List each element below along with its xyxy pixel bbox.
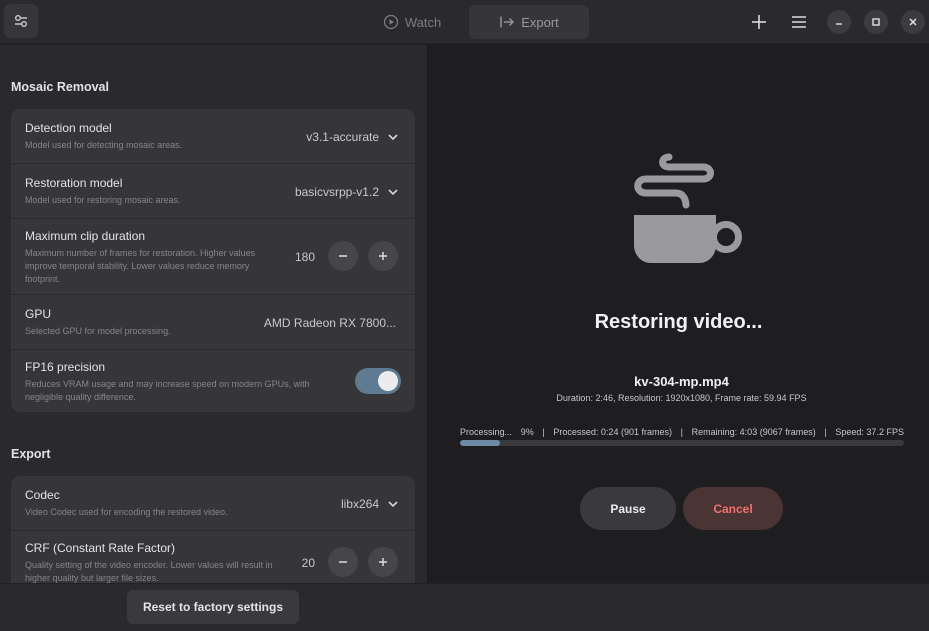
detection-model-row[interactable]: Detection model Model used for detecting…: [11, 109, 415, 164]
max-clip-increase-button[interactable]: [368, 241, 398, 271]
plus-icon: [379, 252, 387, 260]
status-title: Restoring video...: [594, 311, 763, 333]
crf-subtitle: Quality setting of the video encoder. Lo…: [25, 560, 273, 583]
progress-status-line: Processing... 9% | Processed: 0:24 (901 …: [460, 427, 904, 437]
crf-row: CRF (Constant Rate Factor) Quality setti…: [11, 531, 415, 583]
file-name: kv-304-mp.mp4: [634, 374, 729, 389]
progress-processed: Processed: 0:24 (901 frames): [553, 427, 672, 437]
fp16-toggle[interactable]: [355, 368, 401, 394]
settings-panel[interactable]: Mosaic Removal Detection model Model use…: [0, 45, 427, 583]
fp16-subtitle: Reduces VRAM usage and may increase spee…: [25, 379, 310, 402]
cancel-button[interactable]: Cancel: [683, 487, 783, 530]
plus-icon: [752, 15, 766, 29]
chevron-down-icon[interactable]: [387, 186, 399, 198]
fp16-row: FP16 precision Reduces VRAM usage and ma…: [11, 350, 415, 412]
title-bar: Watch Export: [0, 0, 929, 44]
detection-model-title: Detection model: [25, 121, 112, 135]
restoration-model-title: Restoration model: [25, 176, 123, 190]
tab-export[interactable]: Export: [469, 5, 589, 39]
add-button[interactable]: [746, 9, 772, 35]
export-group: Codec Video Codec used for encoding the …: [11, 476, 415, 583]
export-section-title: Export: [11, 447, 51, 461]
progress-separator: |: [824, 427, 827, 437]
tab-export-label: Export: [521, 14, 559, 30]
codec-value[interactable]: libx264: [341, 497, 379, 511]
max-clip-duration-value[interactable]: 180: [285, 250, 315, 264]
minus-icon: [339, 255, 347, 257]
progress-percent: 9%: [520, 427, 534, 437]
minimize-icon: [836, 23, 842, 25]
crf-increase-button[interactable]: [368, 547, 398, 577]
plus-icon: [379, 558, 387, 566]
gpu-row[interactable]: GPU Selected GPU for model processing. A…: [11, 295, 415, 350]
progress-separator: |: [680, 427, 683, 437]
detection-model-subtitle: Model used for detecting mosaic areas.: [25, 140, 183, 150]
mosaic-removal-group: Detection model Model used for detecting…: [11, 109, 415, 412]
restoration-model-subtitle: Model used for restoring mosaic areas.: [25, 195, 181, 205]
menu-button[interactable]: [786, 9, 812, 35]
restoration-model-row[interactable]: Restoration model Model used for restori…: [11, 164, 415, 219]
gpu-value[interactable]: AMD Radeon RX 7800...: [264, 316, 396, 330]
close-button[interactable]: [901, 10, 925, 34]
reset-factory-settings-button[interactable]: Reset to factory settings: [127, 590, 299, 624]
settings-toggle-button[interactable]: [4, 4, 38, 38]
chevron-down-icon[interactable]: [387, 131, 399, 143]
coffee-cup-icon: [634, 153, 742, 263]
tab-watch[interactable]: Watch: [366, 5, 458, 39]
max-clip-decrease-button[interactable]: [328, 241, 358, 271]
max-clip-duration-row: Maximum clip duration Maximum number of …: [11, 219, 415, 295]
progress-speed: Speed: 37.2 FPS: [835, 427, 904, 437]
gpu-title: GPU: [25, 307, 52, 321]
detection-model-value[interactable]: v3.1-accurate: [306, 130, 379, 144]
close-icon: [909, 18, 917, 26]
gpu-subtitle: Selected GPU for model processing.: [25, 326, 171, 336]
max-clip-duration-subtitle: Maximum number of frames for restoration…: [25, 248, 256, 284]
progress-label: Processing...: [460, 427, 513, 437]
mosaic-removal-section-title: Mosaic Removal: [11, 80, 109, 94]
pause-button[interactable]: Pause: [580, 487, 676, 530]
codec-title: Codec: [25, 488, 60, 502]
file-meta: Duration: 2:46, Resolution: 1920x1080, F…: [556, 393, 807, 403]
progress-remaining: Remaining: 4:03 (9067 frames): [691, 427, 816, 437]
play-circle-icon: [383, 14, 398, 30]
progress-bar-fill: [460, 440, 500, 446]
export-arrow-icon: [500, 16, 515, 28]
codec-row[interactable]: Codec Video Codec used for encoding the …: [11, 476, 415, 531]
maximize-icon: [872, 18, 880, 26]
crf-value[interactable]: 20: [285, 556, 315, 570]
codec-subtitle: Video Codec used for encoding the restor…: [25, 507, 228, 517]
minus-icon: [339, 561, 347, 563]
max-clip-duration-title: Maximum clip duration: [25, 229, 146, 243]
crf-decrease-button[interactable]: [328, 547, 358, 577]
fp16-title: FP16 precision: [25, 360, 106, 374]
chevron-down-icon[interactable]: [387, 498, 399, 510]
progress-separator: |: [542, 427, 545, 437]
tab-watch-label: Watch: [404, 14, 442, 30]
hamburger-menu-icon: [792, 16, 806, 28]
toggle-knob: [378, 371, 398, 391]
progress-bar: [460, 440, 904, 446]
sliders-icon: [15, 15, 27, 27]
export-progress-panel: Restoring video... kv-304-mp.mp4 Duratio…: [428, 45, 929, 583]
restoration-model-value[interactable]: basicvsrpp-v1.2: [295, 185, 379, 199]
minimize-button[interactable]: [827, 10, 851, 34]
maximize-button[interactable]: [864, 10, 888, 34]
crf-title: CRF (Constant Rate Factor): [25, 541, 176, 555]
